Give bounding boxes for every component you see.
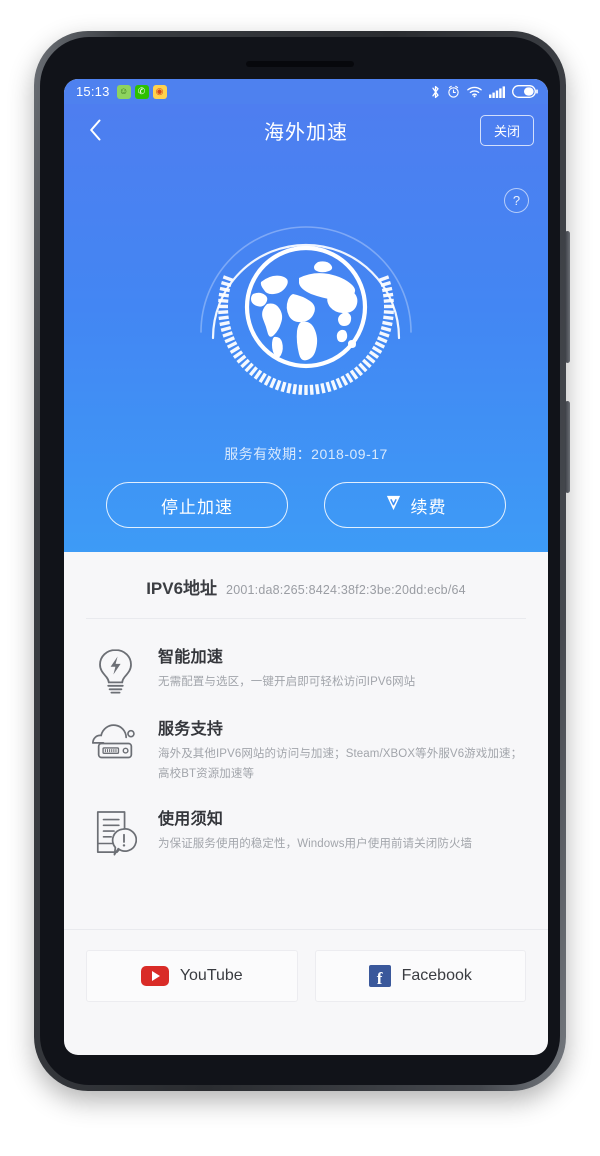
status-notification-icons: ☺ ✆ ◉ xyxy=(116,84,167,99)
diamond-icon xyxy=(384,494,403,517)
content-panel: IPV6地址 2001:da8:265:8424:38f2:3be:20dd:e… xyxy=(64,552,548,867)
phone-device-frame: 15:13 ☺ ✆ ◉ 海外加速 关闭 ? 服务有效期：2018-09-17 停… xyxy=(34,31,570,1091)
navigation-bar: 海外加速 关闭 xyxy=(64,104,548,156)
service-expiry-text: 服务有效期：2018-09-17 xyxy=(224,446,388,462)
youtube-icon xyxy=(140,965,169,986)
globe-graphic xyxy=(181,182,431,432)
stop-acceleration-label: 停止加速 xyxy=(161,497,233,517)
status-bar: 15:13 ☺ ✆ ◉ xyxy=(64,79,548,104)
power-button[interactable] xyxy=(565,401,570,493)
chevron-left-icon xyxy=(89,119,100,141)
weibo-icon: ◉ xyxy=(152,84,167,99)
feature-text: 使用须知 为保证服务使用的稳定性，Windows用户使用前请关闭防火墙 xyxy=(158,805,524,855)
feature-title: 使用须知 xyxy=(158,810,224,828)
youtube-label: YouTube xyxy=(179,966,243,984)
qq-icon: ☺ xyxy=(116,84,131,99)
feature-description: 海外及其他IPV6网站的访问与加速；Steam/XBOX等外服V6游戏加速；高校… xyxy=(158,748,523,780)
ipv6-label: IPV6地址 xyxy=(146,579,218,598)
back-button[interactable] xyxy=(78,113,112,147)
facebook-icon: f xyxy=(368,964,391,987)
alarm-icon xyxy=(447,85,460,98)
feature-text: 智能加速 无需配置与选区，一键开启即可轻松访问IPV6网站 xyxy=(158,643,524,693)
feature-title: 智能加速 xyxy=(158,649,224,666)
lightbulb-icon xyxy=(90,643,140,695)
feature-title: 服务支持 xyxy=(158,721,224,738)
page-title: 海外加速 xyxy=(264,121,348,144)
list-item: 智能加速 无需配置与选区，一键开启即可轻松访问IPV6网站 xyxy=(64,633,548,705)
ipv6-value: 2001:da8:265:8424:38f2:3be:20dd:ecb/64 xyxy=(226,583,466,597)
document-alert-icon xyxy=(90,805,140,857)
cloud-server-icon xyxy=(90,715,140,763)
facebook-label: Facebook xyxy=(401,966,472,984)
phone-screen: 15:13 ☺ ✆ ◉ 海外加速 关闭 ? 服务有效期：2018-09-17 停… xyxy=(64,79,548,1055)
signal-icon xyxy=(489,85,505,98)
status-clock: 15:13 xyxy=(76,84,110,99)
youtube-button[interactable]: YouTube xyxy=(86,949,298,1002)
phone-bezel: 15:13 ☺ ✆ ◉ 海外加速 关闭 ? 服务有效期：2018-09-17 停… xyxy=(40,37,560,1085)
close-button[interactable]: 关闭 xyxy=(479,114,534,146)
earpiece-speaker xyxy=(246,61,354,67)
battery-icon xyxy=(512,85,538,98)
renew-label: 续费 xyxy=(410,497,447,517)
wechat-icon: ✆ xyxy=(134,84,149,99)
stop-acceleration-button[interactable]: 停止加速 xyxy=(106,482,288,528)
list-item: 使用须知 为保证服务使用的稳定性，Windows用户使用前请关闭防火墙 xyxy=(64,795,548,867)
help-button[interactable]: ? xyxy=(504,188,529,213)
status-system-icons xyxy=(431,85,538,99)
feature-description: 为保证服务使用的稳定性，Windows用户使用前请关闭防火墙 xyxy=(158,837,473,850)
social-links-row: YouTube f Facebook xyxy=(64,930,548,1002)
wifi-icon xyxy=(467,86,482,98)
list-item: 服务支持 海外及其他IPV6网站的访问与加速；Steam/XBOX等外服V6游戏… xyxy=(64,705,548,795)
facebook-button[interactable]: f Facebook xyxy=(314,949,526,1002)
feature-description: 无需配置与选区，一键开启即可轻松访问IPV6网站 xyxy=(158,676,416,688)
screenshot-stage: 15:13 ☺ ✆ ◉ 海外加速 关闭 ? 服务有效期：2018-09-17 停… xyxy=(0,0,600,1156)
feature-text: 服务支持 海外及其他IPV6网站的访问与加速；Steam/XBOX等外服V6游戏… xyxy=(158,715,524,785)
feature-list: 智能加速 无需配置与选区，一键开启即可轻松访问IPV6网站 服务支持 海外及其他… xyxy=(64,619,548,867)
bluetooth-icon xyxy=(431,85,440,99)
volume-button[interactable] xyxy=(565,231,570,363)
ipv6-address-row: IPV6地址 2001:da8:265:8424:38f2:3be:20dd:e… xyxy=(64,552,548,618)
hero-panel: 海外加速 关闭 ? 服务有效期：2018-09-17 停止加速 续费 xyxy=(64,104,548,552)
renew-button[interactable]: 续费 xyxy=(324,482,506,528)
hero-action-buttons: 停止加速 续费 xyxy=(64,482,548,528)
